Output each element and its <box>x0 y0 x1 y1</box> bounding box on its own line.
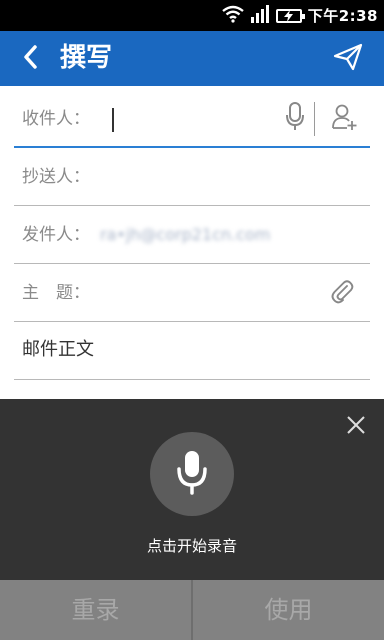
microphone-icon <box>285 101 305 135</box>
battery-charging-icon <box>275 8 305 23</box>
from-value: ra•jh@corp21cn.com <box>100 225 271 244</box>
text-cursor <box>112 108 114 132</box>
chevron-left-icon <box>23 44 37 73</box>
to-label: 收件人： <box>22 109 90 129</box>
wifi-icon <box>221 5 244 27</box>
send-icon <box>333 43 363 75</box>
send-button[interactable] <box>326 31 370 86</box>
to-voice-button[interactable] <box>280 100 310 136</box>
cc-label: 抄送人： <box>22 167 90 187</box>
from-label: 发件人： <box>22 225 90 245</box>
body-field: 邮件正文 <box>22 339 94 360</box>
page-title: 撰写 <box>60 43 113 73</box>
voice-input-panel: 点击开始录音 <box>0 399 384 580</box>
close-button[interactable] <box>342 413 370 441</box>
add-contact-button[interactable] <box>326 100 364 138</box>
cc-row[interactable]: 抄送人： <box>14 148 370 206</box>
signal-icon <box>250 4 270 27</box>
status-icons: 下午2:38 <box>221 0 378 31</box>
record-hint: 点击开始录音 <box>146 537 237 555</box>
to-row[interactable]: 收件人： <box>14 90 370 148</box>
microphone-icon <box>175 449 209 499</box>
status-time: 下午2:38 <box>307 7 378 25</box>
back-button[interactable] <box>10 31 50 86</box>
divider <box>314 102 315 136</box>
subject-label: 主 题： <box>22 283 90 303</box>
record-button[interactable] <box>150 432 234 516</box>
bottom-action-bar: 重录 使用 <box>0 580 384 640</box>
subject-row[interactable]: 主 题： <box>14 264 370 322</box>
status-bar: 下午2:38 <box>0 0 384 31</box>
use-button[interactable]: 使用 <box>193 580 384 640</box>
paperclip-icon <box>330 277 354 309</box>
add-person-icon <box>331 103 359 135</box>
body-row[interactable]: 邮件正文 <box>14 322 370 380</box>
close-icon <box>346 415 366 439</box>
from-row[interactable]: 发件人： ra•jh@corp21cn.com <box>14 206 370 264</box>
attachment-button[interactable] <box>324 274 360 312</box>
rerecord-button[interactable]: 重录 <box>0 580 191 640</box>
app-bar: 撰写 <box>0 31 384 86</box>
